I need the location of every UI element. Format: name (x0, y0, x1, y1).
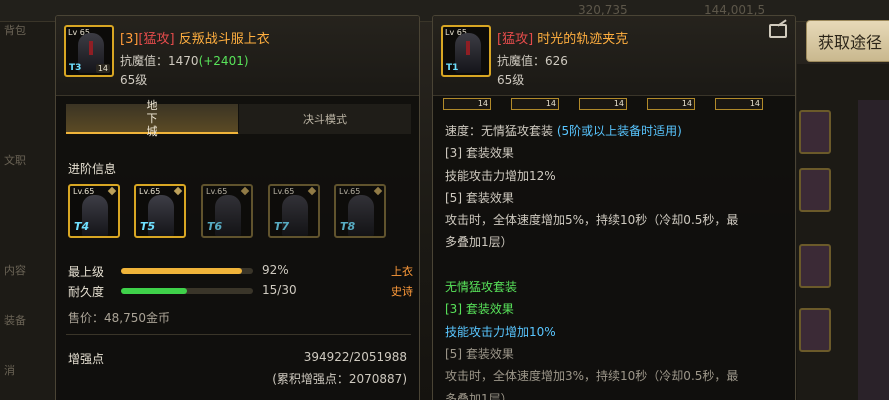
max-grade-fill (121, 268, 243, 274)
tab-dungeon[interactable]: 地下城 (66, 99, 238, 138)
desc-line: 技能攻击力增加10% (445, 324, 556, 339)
item-category: [猛攻] (138, 32, 175, 47)
background-left-menu: 背包 文职 内容 装备 消 (0, 22, 58, 400)
item-icon: Lv 65 T1 (441, 25, 491, 77)
slot-type: 上衣 (391, 265, 413, 278)
advance-items: Lv.65 T4 Lv.65 T5 Lv.65 T6 Lv.65 T7 Lv.65 T8 (68, 184, 398, 238)
menu-item[interactable]: 内容 (4, 262, 26, 278)
get-path-button[interactable]: 获取途径 (806, 20, 889, 62)
gem-icon (240, 186, 250, 196)
menu-item[interactable]: 装备 (4, 312, 26, 328)
enhance-title: 增强点 (68, 352, 105, 366)
enhance-accumulated: (累积增强点：2070887) (272, 372, 407, 386)
durability-value: 15/30 (262, 283, 297, 297)
set-description: 速度：无情猛攻套装 (5阶或以上装备时适用) [3] 套装效果 技能攻击力增加1… (445, 120, 785, 400)
inventory-slot[interactable] (799, 168, 831, 212)
equipped-item-tooltip: Lv 65 T3 14 [3][猛攻] 反叛战斗服上衣 抗魔值：1470(+24… (55, 15, 420, 400)
max-grade-value: 92% (262, 263, 289, 277)
desc-line: 攻击时，全体速度增加5%，持续10秒（冷却0.5秒，最 (445, 213, 739, 228)
stat-label: 抗魔值： (497, 54, 546, 68)
max-grade-label: 最上级 (68, 265, 105, 279)
tier-tag: T1 (446, 63, 459, 73)
set-item-thumb[interactable]: 14 (511, 98, 559, 110)
menu-item[interactable]: 消 (4, 362, 15, 378)
set-items-strip: 14 14 14 14 14 (441, 98, 791, 112)
tie-icon (466, 41, 470, 55)
advance-item[interactable]: Lv.65 T7 (268, 184, 320, 238)
stat-bonus: (+2401) (198, 54, 249, 68)
tab-duel[interactable]: 决斗模式 (239, 104, 411, 134)
divider (66, 334, 411, 335)
gem-icon (307, 186, 317, 196)
set-item-thumb[interactable]: 14 (647, 98, 695, 110)
item-level: 65级 (120, 73, 148, 87)
rarity: 史诗 (391, 285, 413, 298)
durability-label: 耐久度 (68, 285, 105, 299)
inventory-slot[interactable] (799, 244, 831, 288)
desc-line: [5] 套装效果 (445, 190, 514, 205)
advance-item[interactable]: Lv.65 T6 (201, 184, 253, 238)
desc-line: [3] 套装效果 (445, 302, 514, 317)
set-item-thumb[interactable]: 14 (715, 98, 763, 110)
advance-item[interactable]: Lv.65 T8 (334, 184, 386, 238)
menu-item[interactable]: 文职 (4, 152, 26, 168)
share-icon[interactable] (769, 24, 787, 38)
max-grade-row: 最上级 92% 上衣 (68, 263, 413, 279)
item-icon: Lv 65 T3 14 (64, 25, 114, 77)
desc-line: 速度：无情猛攻套装 (5阶或以上装备时适用) (445, 124, 682, 138)
desc-line: 多叠加1层） (445, 391, 513, 400)
durability-row: 耐久度 15/30 史诗 (68, 283, 413, 299)
item-stat: 抗魔值：1470(+2401) (120, 52, 249, 69)
advance-tier: T8 (340, 220, 356, 233)
desc-line: 技能攻击力增加12% (445, 168, 556, 183)
background-inventory-column (858, 100, 889, 400)
advance-tier: T7 (274, 220, 290, 233)
durability-fill (121, 288, 187, 294)
durability-track (121, 288, 253, 294)
desc-line: [3] 套装效果 (445, 146, 514, 161)
compare-item-tooltip: Lv 65 T1 [猛攻] 时光的轨迹夹克 抗魔值：626 65级 14 14 … (432, 15, 796, 400)
inventory-slot[interactable] (799, 308, 831, 352)
item-level: 65级 (497, 73, 525, 87)
tie-icon (89, 41, 93, 55)
max-grade-track (121, 268, 253, 274)
gem-icon (373, 186, 383, 196)
advance-item[interactable]: Lv.65 T4 (68, 184, 120, 238)
desc-line: 多叠加1层） (445, 235, 513, 250)
item-header: Lv 65 T1 [猛攻] 时光的轨迹夹克 抗魔值：626 65级 (433, 16, 795, 96)
desc-line: [5] 套装效果 (445, 346, 514, 361)
stat-label: 抗魔值： (120, 54, 169, 68)
tier-tag: T3 (69, 63, 82, 73)
advance-tier: T4 (74, 220, 90, 233)
desc-line: 攻击时，全体速度增加3%，持续10秒（冷却0.5秒，最 (445, 369, 739, 384)
menu-item[interactable]: 背包 (4, 22, 26, 38)
enhance-value: 394922/2051988 (303, 350, 407, 364)
item-stat: 抗魔值：626 (497, 52, 568, 69)
item-header: Lv 65 T3 14 [3][猛攻] 反叛战斗服上衣 抗魔值：1470(+24… (56, 16, 419, 96)
gem-icon (173, 186, 183, 196)
stat-value: 626 (545, 54, 568, 68)
advance-tier: T6 (207, 220, 223, 233)
set-item-thumb[interactable]: 14 (443, 98, 491, 110)
gem-icon (107, 186, 117, 196)
item-name: [猛攻] 时光的轨迹夹克 (497, 28, 628, 47)
tab-label: 地下城 (146, 98, 158, 138)
desc-line: 无情猛攻套装 (445, 280, 518, 295)
advance-item[interactable]: Lv.65 T5 (134, 184, 186, 238)
mode-tabs: 地下城 决斗模式 (66, 99, 411, 138)
item-title: 时光的轨迹夹克 (537, 32, 629, 47)
count-badge: 14 (95, 64, 110, 73)
stat-value: 1470 (168, 54, 199, 68)
desc-line (445, 254, 785, 276)
sell-price: 售价：48,750金币 (68, 311, 170, 325)
set-item-thumb[interactable]: 14 (579, 98, 627, 110)
item-title: 反叛战斗服上衣 (178, 32, 270, 47)
item-category: [猛攻] (497, 32, 534, 47)
advance-info-title: 进阶信息 (68, 162, 117, 176)
item-tier: [3] (120, 32, 139, 47)
advance-tier: T5 (140, 220, 156, 233)
inventory-slot[interactable] (799, 110, 831, 154)
item-name: [3][猛攻] 反叛战斗服上衣 (120, 28, 270, 47)
